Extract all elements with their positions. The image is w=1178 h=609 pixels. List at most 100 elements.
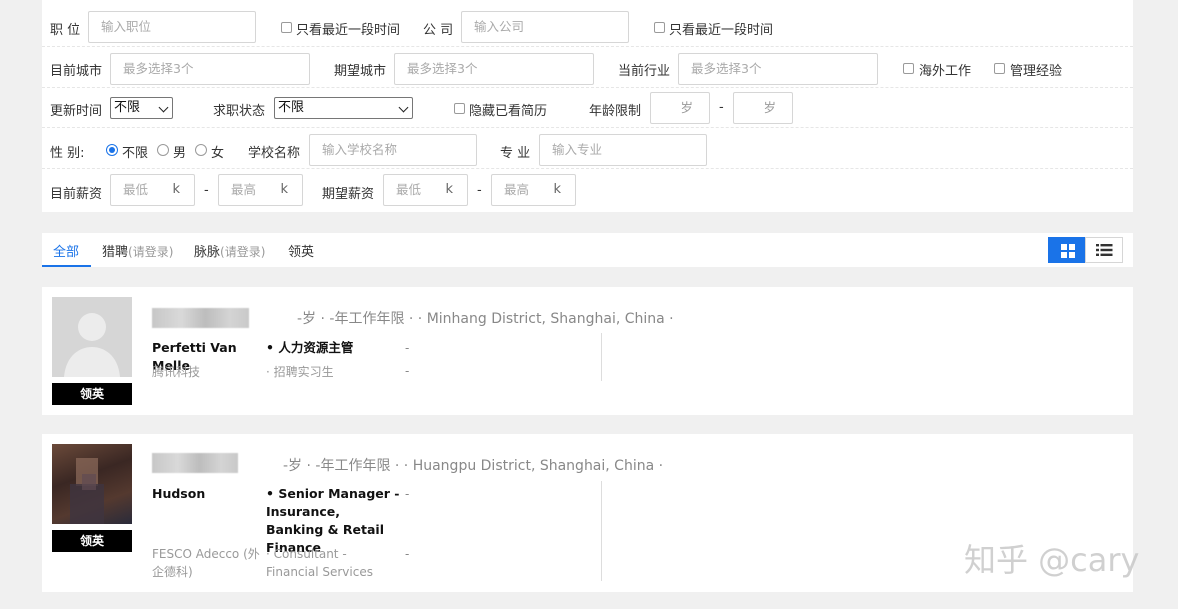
management-checkbox[interactable]	[994, 63, 1005, 74]
hide-viewed-checkbox[interactable]	[454, 103, 465, 114]
company-input[interactable]: 输入公司	[461, 11, 629, 43]
duration-dash: -	[405, 341, 410, 355]
chevron-down-icon	[158, 102, 169, 113]
result-card[interactable]: 领英 -岁 · -年工作年限 · · Minhang District, Sha…	[42, 287, 1133, 415]
source-tag-badge: 领英	[52, 530, 132, 552]
age-max-input[interactable]: 岁	[733, 92, 793, 124]
gender-radio-male[interactable]	[157, 144, 169, 156]
current-industry-label: 当前行业	[618, 64, 671, 79]
expected-salary-max-placeholder: 最高	[504, 182, 530, 197]
gender-option-male: 男	[173, 146, 187, 161]
grid-view-button[interactable]	[1048, 237, 1086, 263]
major-input[interactable]: 输入专业	[539, 134, 707, 166]
tab-liepin-sub: (请登录)	[128, 245, 174, 259]
avatar	[52, 297, 132, 377]
tab-linkedin-label: 领英	[288, 245, 315, 260]
previous-company: 腾讯科技	[152, 365, 201, 379]
tab-all-label: 全部	[53, 245, 80, 260]
company-label: 公 司	[423, 23, 454, 38]
position-recent-label: 只看最近一段时间	[296, 23, 401, 38]
major-label: 专 业	[500, 146, 531, 161]
current-city-input[interactable]: 最多选择3个	[110, 53, 310, 85]
person-placeholder-icon	[52, 297, 132, 377]
age-limit-label: 年龄限制	[589, 104, 642, 119]
filter-panel: 职 位 输入职位 只看最近一段时间 公 司 输入公司 只看最近一段时间 目前城市…	[42, 0, 1133, 212]
current-salary-min-input[interactable]: 最低 k	[110, 174, 195, 206]
tab-liepin[interactable]: 猎聘(请登录)	[102, 241, 173, 260]
gender-option-female: 女	[211, 146, 225, 161]
expected-city-label: 期望城市	[334, 64, 387, 79]
job-status-select[interactable]: 不限	[274, 97, 413, 119]
current-salary-label: 目前薪资	[50, 187, 103, 202]
current-industry-input[interactable]: 最多选择3个	[678, 53, 878, 85]
gender-radio-any[interactable]	[106, 144, 118, 156]
divider	[601, 333, 602, 381]
expected-salary-min-unit: k	[445, 182, 453, 197]
tab-maimai[interactable]: 脉脉(请登录)	[194, 241, 265, 260]
position-recent-checkbox[interactable]	[281, 22, 292, 33]
expected-city-input[interactable]: 最多选择3个	[394, 53, 594, 85]
avatar	[52, 444, 132, 524]
expected-salary-min-input[interactable]: 最低 k	[383, 174, 468, 206]
school-input[interactable]: 输入学校名称	[309, 134, 477, 166]
update-time-value: 不限	[114, 100, 141, 115]
job-status-value: 不限	[278, 100, 305, 115]
filter-row-status: 更新时间 不限 求职状态 不限 隐藏已看简历 年龄限制 岁 - 岁	[42, 88, 1133, 128]
gender-option-any: 不限	[122, 146, 149, 161]
expected-salary-max-unit: k	[553, 182, 561, 197]
hide-viewed-label: 隐藏已看简历	[469, 104, 548, 119]
tab-maimai-label: 脉脉	[194, 245, 221, 260]
previous-position: · 招聘实习生	[266, 365, 334, 379]
expected-salary-min-placeholder: 最低	[396, 182, 422, 197]
watermark: 知乎 @cary	[964, 541, 1140, 579]
expected-salary-max-input[interactable]: 最高 k	[491, 174, 576, 206]
duration-dash: -	[405, 547, 410, 561]
age-min-input[interactable]: 岁	[650, 92, 710, 124]
update-time-label: 更新时间	[50, 104, 103, 119]
expected-salary-label: 期望薪资	[322, 187, 375, 202]
overseas-label: 海外工作	[919, 64, 972, 79]
age-separator: -	[719, 100, 724, 115]
tab-all[interactable]: 全部	[53, 241, 79, 260]
company-recent-label: 只看最近一段时间	[669, 23, 774, 38]
divider	[601, 481, 602, 581]
source-tag-badge: 领英	[52, 383, 132, 405]
profile-photo	[70, 458, 104, 524]
duration-dash: -	[405, 487, 410, 501]
gender-label: 性 别:	[50, 146, 85, 161]
current-salary-separator: -	[204, 183, 209, 198]
candidate-meta: -岁 · -年工作年限 · · Minhang District, Shangh…	[297, 311, 674, 327]
filter-row-salary: 目前薪资 最低 k - 最高 k 期望薪资 最低 k - 最高 k	[42, 170, 1133, 210]
filter-row-city: 目前城市 最多选择3个 期望城市 最多选择3个 当前行业 最多选择3个 海外工作…	[42, 48, 1133, 88]
current-salary-max-input[interactable]: 最高 k	[218, 174, 303, 206]
current-salary-max-unit: k	[280, 182, 288, 197]
school-label: 学校名称	[248, 146, 301, 161]
blurred-name	[152, 308, 249, 328]
company-name: Hudson	[152, 486, 206, 501]
tab-maimai-sub: (请登录)	[220, 245, 266, 259]
filter-row-position: 职 位 输入职位 只看最近一段时间 公 司 输入公司 只看最近一段时间	[42, 7, 1133, 47]
position-label: 职 位	[50, 23, 81, 38]
candidate-meta: -岁 · -年工作年限 · · Huangpu District, Shangh…	[283, 458, 664, 474]
duration-dash: -	[405, 364, 410, 378]
list-view-button[interactable]	[1085, 237, 1123, 263]
position-title: • 人力资源主管	[266, 340, 354, 355]
previous-company: FESCO Adecco (外企德科)	[152, 547, 260, 579]
current-salary-min-placeholder: 最低	[123, 182, 149, 197]
filter-row-gender: 性 别: 不限 男 女 学校名称 输入学校名称 专 业 输入专业	[42, 129, 1133, 169]
current-salary-max-placeholder: 最高	[231, 182, 257, 197]
current-salary-min-unit: k	[172, 182, 180, 197]
grid-icon	[1061, 244, 1075, 258]
blurred-name	[152, 453, 238, 473]
tab-linkedin[interactable]: 领英	[288, 241, 314, 260]
list-icon	[1096, 244, 1113, 256]
source-tabs: 全部 猎聘(请登录) 脉脉(请登录) 领英	[42, 233, 1133, 267]
company-recent-checkbox[interactable]	[654, 22, 665, 33]
position-input[interactable]: 输入职位	[88, 11, 256, 43]
previous-position: · Consultant - Financial Services	[266, 547, 373, 579]
update-time-select[interactable]: 不限	[110, 97, 173, 119]
overseas-checkbox[interactable]	[903, 63, 914, 74]
expected-salary-separator: -	[477, 183, 482, 198]
tab-liepin-label: 猎聘	[102, 245, 129, 260]
gender-radio-female[interactable]	[195, 144, 207, 156]
